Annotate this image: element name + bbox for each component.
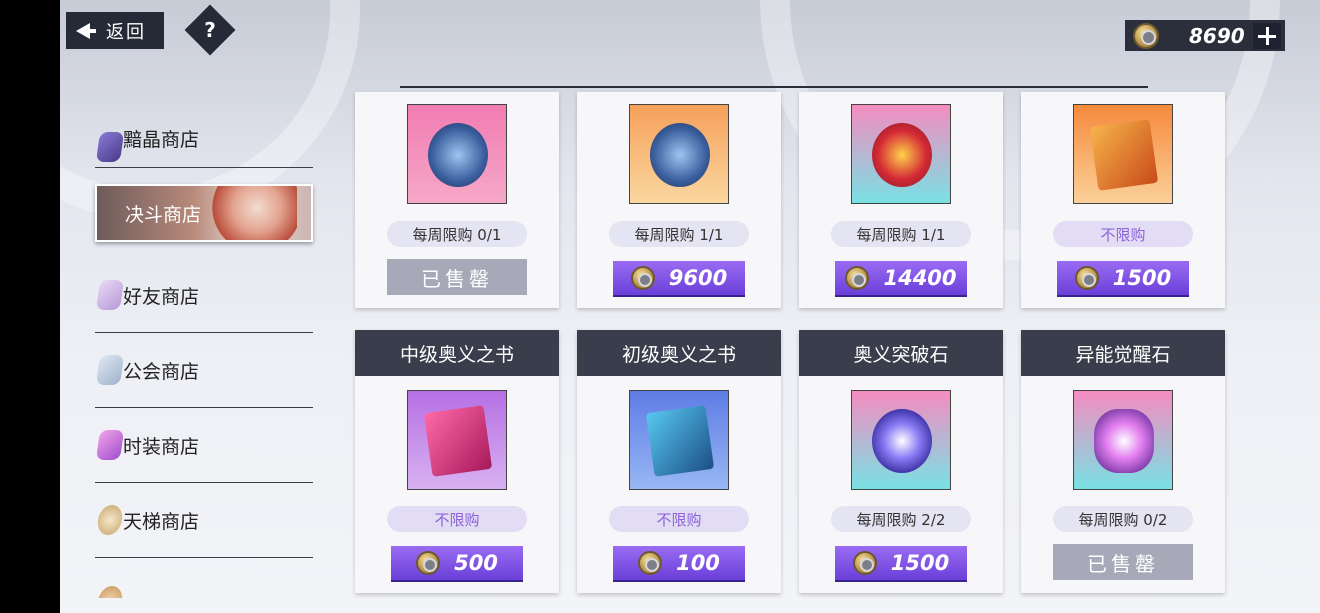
shop-item-card[interactable]: 奥义突破石 每周限购 2/2 1500 [799,330,1003,593]
shop-item-card[interactable]: 不限购 1500 [1021,92,1225,308]
buy-button[interactable]: 500 [391,546,523,580]
guild-icon [95,355,125,385]
price-value: 1500 [890,551,950,575]
purchase-limit: 每周限购 0/1 [387,221,527,247]
book-icon [1089,119,1159,191]
item-title: 中级奥义之书 [355,330,559,376]
back-arrow-icon [74,20,96,42]
sidebar-item-dark-crystal-shop[interactable]: 黯晶商店 [95,110,313,168]
coin-icon [1074,266,1099,290]
divider [400,86,1148,88]
screen-edge [0,0,60,613]
price-value: 100 [676,551,720,575]
item-title: 奥义突破石 [799,330,1003,376]
coin-icon [416,551,441,575]
friend-icon [95,280,125,310]
item-thumbnail [851,104,951,204]
item-thumbnail [629,104,729,204]
badge-icon [872,123,932,187]
book-icon [645,405,715,477]
sidebar-item-label: 黯晶商店 [123,129,200,151]
badge-icon [428,123,488,187]
character-portrait [197,186,297,240]
help-icon: ? [204,18,216,42]
item-thumbnail [629,390,729,490]
sidebar-item-ladder-shop[interactable]: 天梯商店 [95,483,313,558]
purchase-limit: 不限购 [609,506,749,532]
sidebar-item-label: 决斗商店 [125,203,202,226]
gem-icon [872,409,932,473]
item-thumbnail [1073,390,1173,490]
coin-icon [845,266,870,290]
shop-screen: 返回 ? 8690 黯晶商店 决斗商店 好友商店 公会商店 时装商店 天梯商店 … [60,0,1320,613]
purchase-limit: 不限购 [1053,221,1193,247]
coin-icon [638,551,663,575]
coin-icon [852,551,877,575]
sidebar-item-label: 公会商店 [123,360,200,383]
item-thumbnail [1073,104,1173,204]
sidebar-item-label: 时装商店 [123,435,200,458]
coin-icon [1133,22,1159,49]
item-thumbnail [407,104,507,204]
purchase-limit: 不限购 [387,506,527,532]
purchase-limit: 每周限购 0/2 [1053,506,1193,532]
price-value: 9600 [668,266,728,290]
item-thumbnail [407,390,507,490]
buy-button[interactable]: 14400 [835,261,967,295]
sidebar-item-label: 好友商店 [123,285,200,308]
item-thumbnail [851,390,951,490]
buy-button[interactable]: 100 [613,546,745,580]
sidebar-item-friend-shop[interactable]: 好友商店 [95,258,313,333]
purchase-limit: 每周限购 2/2 [831,506,971,532]
buy-button[interactable]: 9600 [613,261,745,295]
item-title: 初级奥义之书 [577,330,781,376]
shop-item-card[interactable]: 每周限购 0/1 已售罄 [355,92,559,308]
shop-icon [95,586,125,598]
shop-item-card[interactable]: 每周限购 1/1 9600 [577,92,781,308]
buy-button[interactable]: 1500 [1057,261,1189,295]
coin-icon [630,266,655,290]
price-value: 1500 [1112,266,1172,290]
sidebar-item-duel-shop[interactable]: 决斗商店 [95,184,313,242]
shop-item-card[interactable]: 每周限购 1/1 14400 [799,92,1003,308]
price-value: 14400 [883,266,957,290]
shop-item-card[interactable]: 异能觉醒石 每周限购 0/2 已售罄 [1021,330,1225,593]
currency-amount: 8690 [1189,23,1245,48]
buy-button[interactable]: 1500 [835,546,967,580]
back-label: 返回 [106,21,146,43]
purchase-limit: 每周限购 1/1 [609,221,749,247]
sold-out-button: 已售罄 [1053,544,1193,580]
crystal-icon [95,132,125,162]
back-button[interactable]: 返回 [66,12,164,49]
badge-icon [650,123,710,187]
item-title: 异能觉醒石 [1021,330,1225,376]
currency-display: 8690 [1125,20,1285,51]
sidebar-item-partial[interactable] [95,558,313,598]
sidebar-item-label: 天梯商店 [123,510,200,533]
sidebar-item-fashion-shop[interactable]: 时装商店 [95,408,313,483]
gem-icon [1094,409,1154,473]
purchase-limit: 每周限购 1/1 [831,221,971,247]
ladder-icon [95,505,125,535]
help-button[interactable]: ? [184,4,236,56]
fashion-icon [95,430,125,460]
price-value: 500 [454,551,498,575]
sidebar-item-guild-shop[interactable]: 公会商店 [95,333,313,408]
shop-item-card[interactable]: 中级奥义之书 不限购 500 [355,330,559,593]
book-icon [423,405,493,477]
sold-out-button: 已售罄 [387,259,527,295]
shop-item-card[interactable]: 初级奥义之书 不限购 100 [577,330,781,593]
add-currency-button[interactable] [1253,23,1281,49]
shop-sidebar: 黯晶商店 决斗商店 好友商店 公会商店 时装商店 天梯商店 [95,110,313,598]
